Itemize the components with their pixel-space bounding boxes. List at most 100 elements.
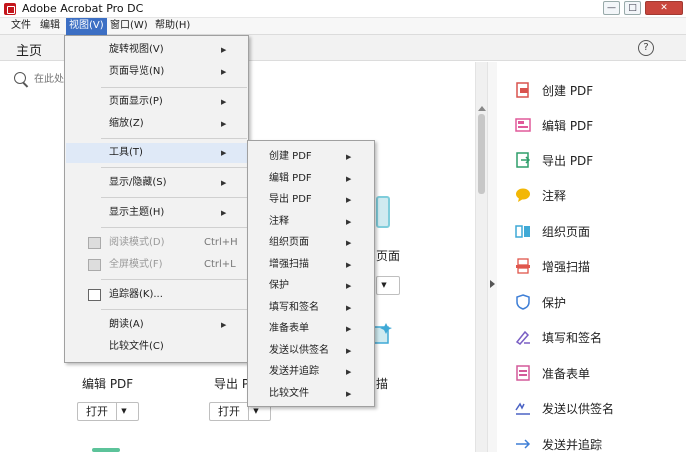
submenu-item-fill-sign[interactable]: 填写和签名 ▶: [249, 298, 374, 318]
full-screen-icon: [88, 259, 101, 271]
menu-help[interactable]: 帮助(H): [152, 18, 193, 35]
enhance-scan-icon: [516, 258, 530, 274]
submenu-arrow-icon: ▶: [346, 218, 352, 226]
menu-separator: [101, 87, 247, 88]
submenu-arrow-icon: ▶: [221, 68, 227, 76]
chevron-down-icon: ▼: [121, 407, 127, 415]
menu-item-tracker[interactable]: 追踪器(K)...: [66, 285, 248, 305]
submenu-item-protect[interactable]: 保护 ▶: [249, 276, 374, 296]
submenu-arrow-icon: ▶: [346, 325, 352, 333]
rp-item-fill-sign[interactable]: 填写和签名: [515, 328, 685, 348]
menu-item-page-navigation[interactable]: 页面导览(N) ▶: [66, 62, 248, 82]
submenu-item-edit-pdf[interactable]: 编辑 PDF ▶: [249, 169, 374, 189]
card-label-export: 导出 P: [214, 377, 250, 391]
submenu-arrow-icon: ▶: [221, 149, 227, 157]
menu-item-read-aloud[interactable]: 朗读(A) ▶: [66, 315, 248, 335]
menu-item-rotate-view[interactable]: 旋转视图(V) ▶: [66, 40, 248, 60]
submenu-item-send-for-signature[interactable]: 发送以供签名 ▶: [249, 341, 374, 361]
send-for-signature-icon: [515, 402, 530, 415]
search-input[interactable]: [34, 70, 64, 88]
open-label: 打开: [78, 403, 117, 420]
menu-window[interactable]: 窗口(W): [107, 18, 151, 35]
submenu-arrow-icon: ▶: [346, 175, 352, 183]
submenu-item-enhance-scan[interactable]: 增强扫描 ▶: [249, 255, 374, 275]
submenu-item-organize-pages[interactable]: 组织页面 ▶: [249, 233, 374, 253]
menu-view[interactable]: 视图(V): [66, 18, 107, 35]
search-icon[interactable]: [14, 72, 26, 84]
submenu-arrow-icon: ▶: [346, 239, 352, 247]
submenu-item-prepare-form[interactable]: 准备表单 ▶: [249, 319, 374, 339]
rp-item-export-pdf[interactable]: 导出 PDF: [515, 151, 685, 171]
open-label: 打开: [210, 403, 249, 420]
submenu-arrow-icon: ▶: [346, 261, 352, 269]
fill-sign-icon: [515, 330, 530, 345]
submenu-item-send-track[interactable]: 发送并追踪 ▶: [249, 362, 374, 382]
prepare-form-icon: [516, 365, 530, 381]
minimize-button[interactable]: —: [603, 1, 620, 15]
submenu-item-comment[interactable]: 注释 ▶: [249, 212, 374, 232]
submenu-item-compare-files[interactable]: 比较文件 ▶: [249, 384, 374, 404]
menu-item-show-hide[interactable]: 显示/隐藏(S) ▶: [66, 173, 248, 193]
submenu-arrow-icon: ▶: [346, 347, 352, 355]
acrobat-logo-icon: [4, 3, 16, 15]
scroll-thumb[interactable]: [478, 114, 485, 194]
tracker-icon: [88, 289, 101, 301]
submenu-arrow-icon: ▶: [346, 368, 352, 376]
rp-item-prepare-form[interactable]: 准备表单: [515, 364, 685, 384]
scroll-up-icon[interactable]: [478, 106, 486, 111]
main-scrollbar[interactable]: [475, 62, 487, 452]
maximize-button[interactable]: □: [624, 1, 641, 15]
send-track-icon: [516, 439, 531, 449]
comment-icon: [516, 188, 530, 202]
help-icon[interactable]: ?: [638, 40, 654, 56]
menu-edit[interactable]: 编辑: [37, 18, 63, 35]
menu-separator: [101, 227, 247, 228]
rp-item-comment[interactable]: 注释: [515, 186, 685, 206]
close-button[interactable]: ✕: [645, 1, 683, 15]
chevron-right-icon: [490, 280, 495, 288]
rp-item-protect[interactable]: 保护: [515, 293, 685, 313]
menu-item-page-display[interactable]: 页面显示(P) ▶: [66, 92, 248, 112]
submenu-arrow-icon: ▶: [346, 304, 352, 312]
menu-item-full-screen[interactable]: 全屏模式(F) Ctrl+L: [66, 255, 248, 275]
rp-item-organize-pages[interactable]: 组织页面: [515, 222, 685, 242]
menu-separator: [101, 197, 247, 198]
rp-item-create-pdf[interactable]: 创建 PDF: [515, 81, 685, 101]
menu-item-compare-files[interactable]: 比较文件(C): [66, 337, 248, 357]
create-pdf-icon: [516, 82, 529, 98]
card-thumbnail: [376, 196, 390, 228]
submenu-arrow-icon: ▶: [346, 390, 352, 398]
rp-item-edit-pdf[interactable]: 编辑 PDF: [515, 116, 685, 136]
menu-file[interactable]: 文件: [8, 18, 34, 35]
submenu-item-export-pdf[interactable]: 导出 PDF ▶: [249, 190, 374, 210]
scan-card-icon: [373, 323, 392, 344]
title-bar: Adobe Acrobat Pro DC — □ ✕: [0, 0, 686, 18]
menu-item-tools[interactable]: 工具(T) ▶: [66, 143, 248, 163]
submenu-item-create-pdf[interactable]: 创建 PDF ▶: [249, 147, 374, 167]
submenu-arrow-icon: ▶: [346, 282, 352, 290]
tools-submenu: 创建 PDF ▶ 编辑 PDF ▶ 导出 PDF ▶ 注释 ▶ 组织页面 ▶ 增强扫描 ▶ …: [247, 140, 375, 407]
card-label-partial: 页面: [376, 249, 401, 263]
rp-item-send-track[interactable]: 发送并追踪: [515, 435, 685, 452]
menu-separator: [101, 279, 247, 280]
card-open-dropdown[interactable]: ▼: [376, 276, 400, 295]
menu-item-reading-mode[interactable]: 阅读模式(D) Ctrl+H: [66, 233, 248, 253]
card-open-button-edit[interactable]: 打开 ▼: [77, 402, 139, 421]
submenu-arrow-icon: ▶: [221, 120, 227, 128]
card-label-edit-pdf: 编辑 PDF: [82, 377, 134, 391]
window-title: Adobe Acrobat Pro DC: [22, 2, 144, 15]
menu-separator: [101, 138, 247, 139]
menu-item-zoom[interactable]: 缩放(Z) ▶: [66, 114, 248, 134]
submenu-arrow-icon: ▶: [346, 153, 352, 161]
submenu-arrow-icon: ▶: [346, 196, 352, 204]
menu-item-display-theme[interactable]: 显示主题(H) ▶: [66, 203, 248, 223]
panel-collapse-toggle[interactable]: [487, 62, 497, 452]
submenu-arrow-icon: ▶: [221, 321, 227, 329]
rp-item-enhance-scan[interactable]: 增强扫描: [515, 257, 685, 277]
view-dropdown-menu: 旋转视图(V) ▶ 页面导览(N) ▶ 页面显示(P) ▶ 缩放(Z) ▶ 工具(T) ▶…: [64, 35, 249, 363]
submenu-arrow-icon: ▶: [221, 179, 227, 187]
submenu-arrow-icon: ▶: [221, 98, 227, 106]
rp-item-send-for-signature[interactable]: 发送以供签名: [515, 399, 685, 419]
right-tools-panel: 创建 PDF 编辑 PDF 导出 PDF 注释 组织页面 增强扫描 保护 填写和…: [497, 62, 686, 452]
tab-home[interactable]: 主页: [16, 40, 42, 59]
